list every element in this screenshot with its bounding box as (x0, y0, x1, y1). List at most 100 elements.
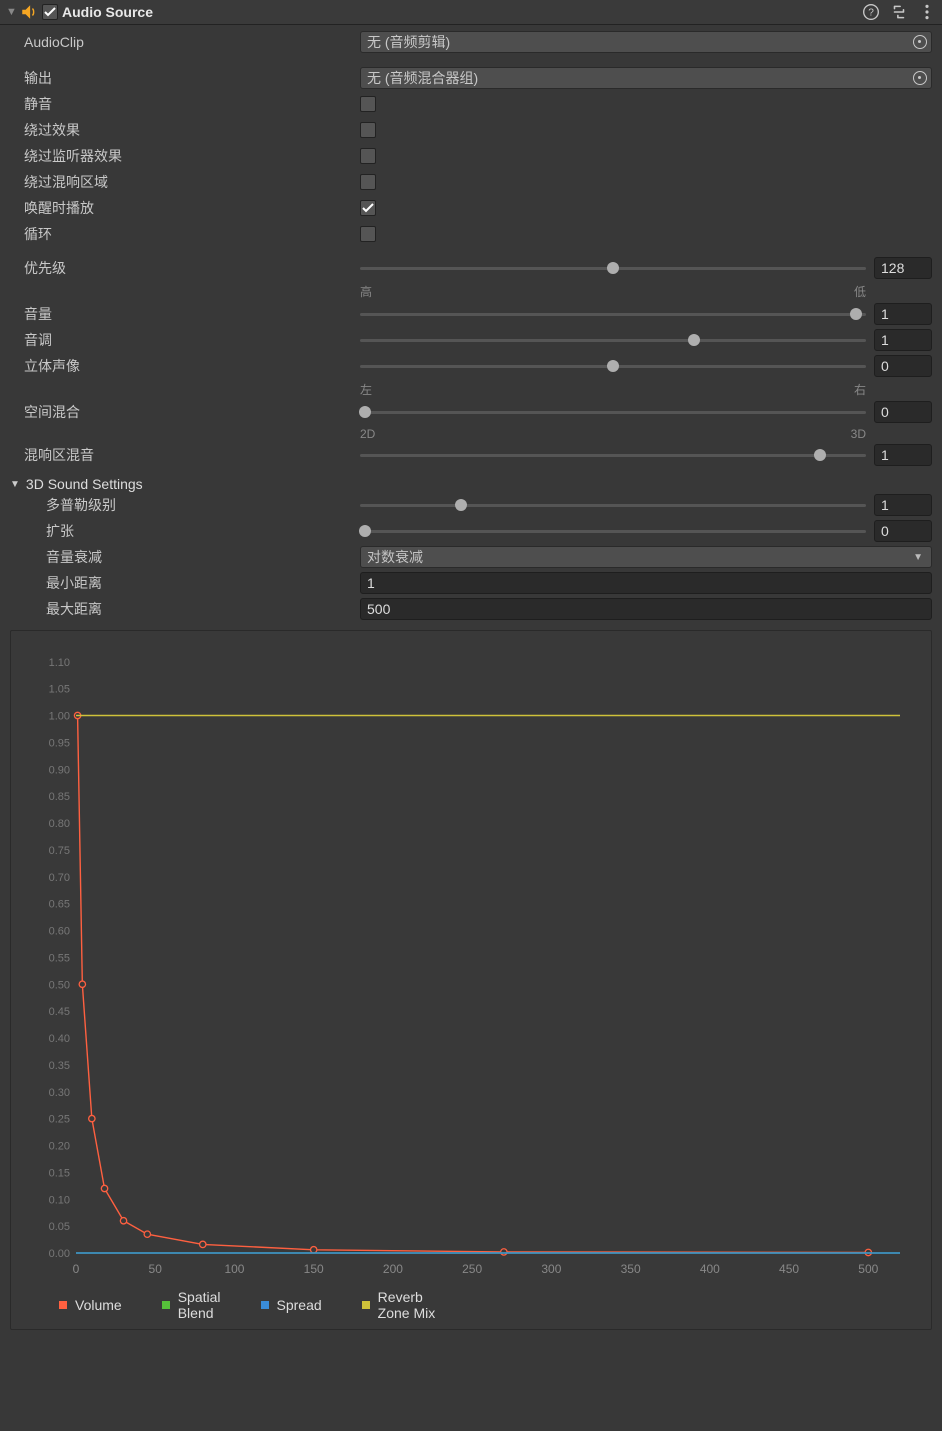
spatial-label: 空间混合 (10, 402, 360, 422)
svg-text:0.40: 0.40 (49, 1033, 70, 1045)
pan-slider[interactable] (360, 365, 866, 368)
legend-item[interactable]: SpatialBlend (162, 1289, 221, 1321)
volume-value[interactable] (874, 303, 932, 325)
svg-text:250: 250 (462, 1262, 482, 1276)
svg-text:0.20: 0.20 (49, 1141, 70, 1153)
svg-text:150: 150 (304, 1262, 324, 1276)
doppler-value[interactable] (874, 494, 932, 516)
mute-checkbox[interactable] (360, 96, 376, 112)
spatial-hi: 3D (851, 427, 866, 441)
priority-slider[interactable] (360, 267, 866, 270)
output-value: 无 (音频混合器组) (367, 68, 478, 88)
loop-label: 循环 (10, 224, 360, 244)
audioclip-value: 无 (音频剪辑) (367, 32, 450, 52)
min-distance-label: 最小距离 (10, 573, 360, 593)
foldout-icon: ▼ (10, 479, 20, 490)
chart-legend: Volume SpatialBlend Spread ReverbZone Mix (17, 1281, 919, 1323)
svg-text:500: 500 (858, 1262, 878, 1276)
object-picker-icon[interactable] (913, 71, 927, 85)
min-distance-field[interactable] (360, 572, 932, 594)
mute-label: 静音 (10, 94, 360, 114)
svg-text:0.10: 0.10 (49, 1194, 70, 1206)
legend-label: Spread (277, 1297, 322, 1313)
reverbMix-label: 混响区混音 (10, 445, 360, 465)
legend-label: Volume (75, 1297, 122, 1313)
svg-text:0.60: 0.60 (49, 926, 70, 938)
priority-lo: 高 (360, 283, 372, 300)
audioclip-field[interactable]: 无 (音频剪辑) (360, 31, 932, 53)
bypass-listener-checkbox[interactable] (360, 148, 376, 164)
spread-slider[interactable] (360, 530, 866, 533)
priority-hi: 低 (854, 283, 866, 300)
bypass-effects-checkbox[interactable] (360, 122, 376, 138)
output-field[interactable]: 无 (音频混合器组) (360, 67, 932, 89)
preset-icon[interactable] (890, 3, 908, 21)
max-distance-field[interactable] (360, 598, 932, 620)
loop-checkbox[interactable] (360, 226, 376, 242)
spread-value[interactable] (874, 520, 932, 542)
svg-text:1.05: 1.05 (49, 684, 70, 696)
svg-text:0.15: 0.15 (49, 1167, 70, 1179)
component-header: ▼ Audio Source ? (0, 0, 942, 25)
svg-text:0.95: 0.95 (49, 737, 70, 749)
svg-text:400: 400 (700, 1262, 720, 1276)
svg-text:0.30: 0.30 (49, 1087, 70, 1099)
legend-item[interactable]: Volume (59, 1289, 122, 1321)
pan-value[interactable] (874, 355, 932, 377)
bypass-reverb-label: 绕过混响区域 (10, 172, 360, 192)
priority-label: 优先级 (10, 258, 360, 278)
priority-value[interactable] (874, 257, 932, 279)
spatial-value[interactable] (874, 401, 932, 423)
play-on-awake-checkbox[interactable] (360, 200, 376, 216)
svg-text:0.85: 0.85 (49, 791, 70, 803)
svg-text:0.75: 0.75 (49, 845, 70, 857)
rolloff-dropdown[interactable]: 对数衰减 ▼ (360, 546, 932, 568)
pan-lo: 左 (360, 381, 372, 398)
foldout-toggle[interactable]: ▼ (6, 6, 16, 18)
svg-text:0.05: 0.05 (49, 1221, 70, 1233)
spatial-slider[interactable] (360, 411, 866, 414)
section-3d-sound[interactable]: ▼ 3D Sound Settings (10, 476, 932, 492)
svg-text:450: 450 (779, 1262, 799, 1276)
object-picker-icon[interactable] (913, 35, 927, 49)
legend-swatch-icon (59, 1301, 67, 1309)
context-menu-icon[interactable] (918, 3, 936, 21)
legend-label: ReverbZone Mix (378, 1289, 436, 1321)
pan-label: 立体声像 (10, 356, 360, 376)
bypass-reverb-checkbox[interactable] (360, 174, 376, 190)
help-icon[interactable]: ? (862, 3, 880, 21)
component-title: Audio Source (62, 4, 153, 20)
svg-text:50: 50 (149, 1262, 163, 1276)
volume-label: 音量 (10, 304, 360, 324)
doppler-label: 多普勒级别 (10, 495, 360, 515)
component-enabled-checkbox[interactable] (42, 4, 58, 20)
spread-label: 扩张 (10, 521, 360, 541)
volume-slider[interactable] (360, 313, 866, 316)
doppler-slider[interactable] (360, 504, 866, 507)
svg-text:1.10: 1.10 (49, 657, 70, 669)
svg-text:0.25: 0.25 (49, 1114, 70, 1126)
svg-text:0.90: 0.90 (49, 764, 70, 776)
pitch-slider[interactable] (360, 339, 866, 342)
svg-text:1.00: 1.00 (49, 711, 70, 723)
svg-text:0.35: 0.35 (49, 1060, 70, 1072)
legend-item[interactable]: Spread (261, 1289, 322, 1321)
reverbMix-value[interactable] (874, 444, 932, 466)
svg-text:0.45: 0.45 (49, 1006, 70, 1018)
pitch-value[interactable] (874, 329, 932, 351)
svg-text:350: 350 (621, 1262, 641, 1276)
rolloff-chart-box: 0.00 0.05 0.10 0.15 0.20 0.25 0.30 0.35 0.40 0.45… (10, 630, 932, 1330)
svg-text:0.50: 0.50 (49, 979, 70, 991)
bypass-listener-label: 绕过监听器效果 (10, 146, 360, 166)
svg-text:0.00: 0.00 (49, 1248, 70, 1260)
svg-text:200: 200 (383, 1262, 403, 1276)
svg-text:0.65: 0.65 (49, 899, 70, 911)
rolloff-chart[interactable]: 0.00 0.05 0.10 0.15 0.20 0.25 0.30 0.35 0.40 0.45… (17, 641, 919, 1281)
bypass-effects-label: 绕过效果 (10, 120, 360, 140)
legend-swatch-icon (162, 1301, 170, 1309)
max-distance-label: 最大距离 (10, 599, 360, 619)
pitch-label: 音调 (10, 330, 360, 350)
svg-text:100: 100 (224, 1262, 244, 1276)
reverbMix-slider[interactable] (360, 454, 866, 457)
legend-item[interactable]: ReverbZone Mix (362, 1289, 436, 1321)
